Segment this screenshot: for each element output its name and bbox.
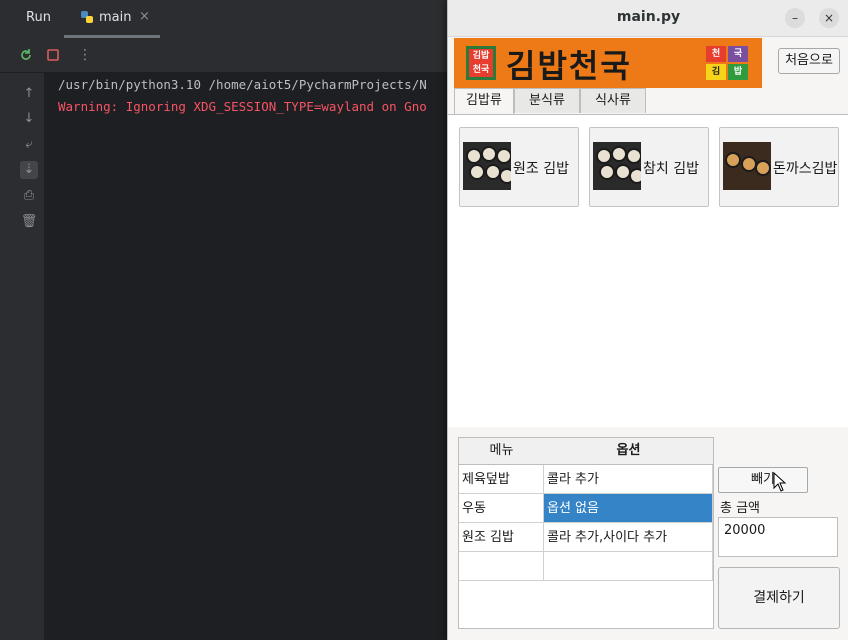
logo-badge-left-text: 김밥 천국 (469, 49, 493, 77)
mouse-cursor-icon (773, 472, 787, 492)
table-cell-menu[interactable]: 우동 (459, 494, 544, 523)
order-table[interactable]: 메뉴 옵션 제육덮밥 콜라 추가 우동 옵션 없음 원조 김밥 콜라 추가,사이… (458, 437, 714, 629)
column-header-option[interactable]: 옵션 (544, 438, 713, 465)
logo-badge-cell: 밥 (728, 64, 748, 80)
table-cell-menu[interactable]: 원조 김밥 (459, 523, 544, 552)
category-tabs: 김밥류 분식류 식사류 (454, 88, 843, 115)
total-label: 총 금액 (720, 501, 761, 516)
logo-title: 김밥천국 (506, 47, 632, 85)
gimbap-image (593, 142, 641, 190)
scroll-to-end-icon[interactable]: ⇣ (20, 161, 38, 179)
table-cell-menu[interactable]: 제육덮밥 (459, 465, 544, 494)
logo-badge-right: 천 국 김 밥 (706, 46, 750, 80)
logo-badge-cell: 천 (706, 46, 726, 62)
print-icon[interactable]: ⎙ (20, 187, 38, 205)
close-button[interactable]: × (819, 8, 839, 28)
store-logo: 김밥 천국 김밥천국 천 국 김 밥 (454, 38, 762, 88)
window-titlebar[interactable]: main.py – × (448, 0, 848, 37)
console-line: /usr/bin/python3.10 /home/aiot5/PycharmP… (58, 77, 427, 92)
home-button[interactable]: 처음으로 (778, 48, 840, 74)
minimize-button[interactable]: – (785, 8, 805, 28)
menu-button-label: 참치 김밥 (643, 161, 699, 177)
run-tool-window-title: Run (26, 10, 51, 25)
menu-button-tuna-gimbap[interactable]: 참치 김밥 (589, 127, 709, 207)
menu-button-original-gimbap[interactable]: 원조 김밥 (459, 127, 579, 207)
app-window: main.py – × 김밥 천국 김밥천국 천 국 김 밥 처음으로 김밥류 분… (447, 0, 848, 640)
tab-gimbap[interactable]: 김밥류 (454, 88, 514, 115)
table-cell-option[interactable]: 콜라 추가 (544, 465, 713, 494)
column-header-menu[interactable]: 메뉴 (459, 438, 545, 465)
rerun-icon[interactable] (18, 47, 34, 63)
table-cell-option[interactable] (544, 552, 713, 581)
arrow-up-icon[interactable]: ↑ (20, 85, 38, 103)
arrow-down-icon[interactable]: ↓ (20, 110, 38, 128)
logo-badge-cell: 국 (728, 46, 748, 62)
tab-main[interactable]: main × (64, 0, 160, 38)
table-cell-option-selected[interactable]: 옵션 없음 (544, 494, 713, 523)
table-cell-menu[interactable] (459, 552, 544, 581)
console-warning-line: Warning: Ignoring XDG_SESSION_TYPE=wayla… (58, 99, 427, 114)
logo-badge-left: 김밥 천국 (466, 46, 496, 80)
menu-button-cutlet-gimbap[interactable]: 돈까스김밥 (719, 127, 839, 207)
soft-wrap-icon[interactable]: ⤶ (20, 136, 38, 154)
trash-icon[interactable]: 🗑 (20, 213, 38, 231)
console-side-toolbar: ↑ ↓ ⤶ ⇣ ⎙ 🗑 (0, 73, 44, 640)
menu-button-label: 원조 김밥 (513, 161, 569, 177)
logo-badge-cell: 김 (706, 64, 726, 80)
tab-main-label: main (99, 10, 132, 25)
python-icon (81, 11, 93, 23)
menu-button-label: 돈까스김밥 (773, 161, 838, 177)
gimbap-image (463, 142, 511, 190)
stop-icon[interactable] (45, 47, 61, 63)
pay-button[interactable]: 결제하기 (718, 567, 840, 629)
tab-close-icon[interactable]: × (139, 9, 150, 24)
table-cell-option[interactable]: 콜라 추가,사이다 추가 (544, 523, 713, 552)
tab-snacks[interactable]: 분식류 (514, 88, 580, 113)
total-amount-field[interactable]: 20000 (718, 517, 838, 557)
more-options-icon[interactable]: ⋮ (77, 47, 93, 63)
gimbap-image (723, 142, 771, 190)
menu-panel: 원조 김밥 참치 김밥 돈까스김밥 (448, 114, 848, 428)
tab-meals[interactable]: 식사류 (580, 88, 646, 113)
order-area: 메뉴 옵션 제육덮밥 콜라 추가 우동 옵션 없음 원조 김밥 콜라 추가,사이… (448, 427, 848, 640)
remove-item-button[interactable]: 빼기 (718, 467, 808, 493)
